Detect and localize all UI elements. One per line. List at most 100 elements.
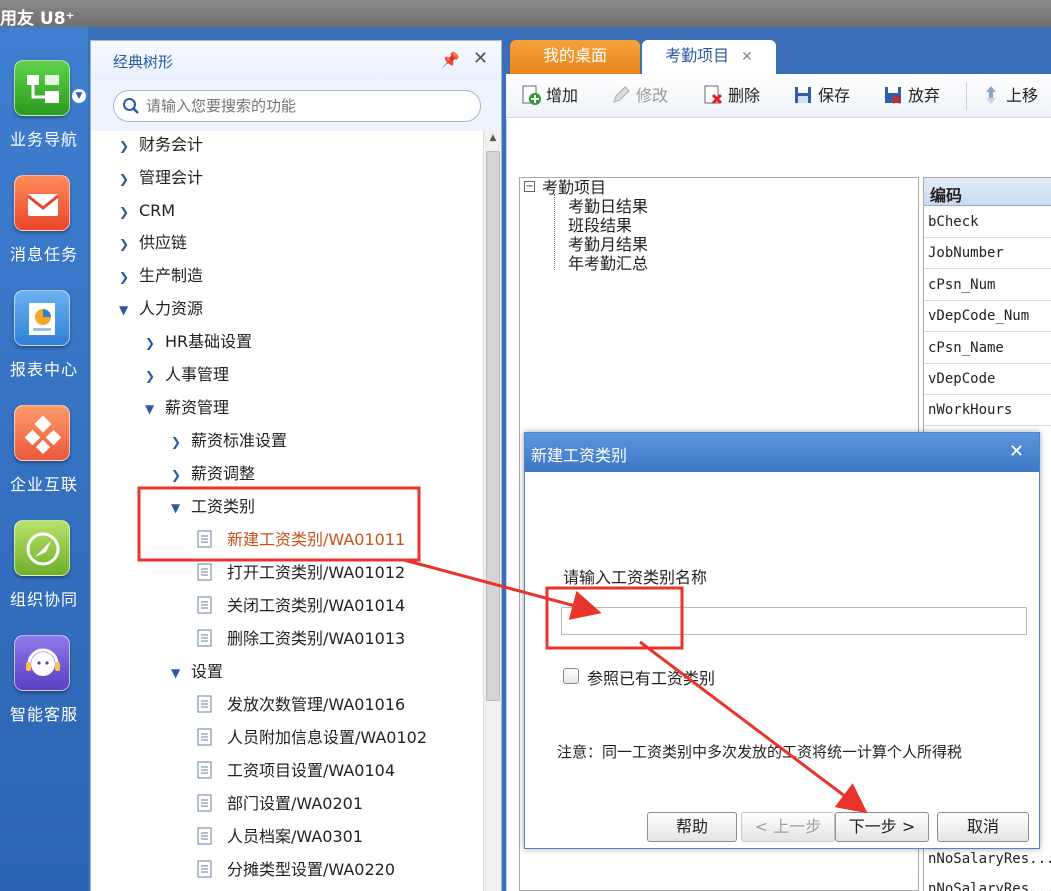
chevron-down-icon[interactable]: ▼ [72,89,86,103]
search-input[interactable] [146,95,466,117]
item-tree-child[interactable]: 考勤月结果 [568,235,648,254]
tree-node-payroll[interactable]: ▼ 薪资管理 [145,394,229,422]
tree-node-personnel[interactable]: ❯ 人事管理 [145,361,229,389]
scroll-up-arrow-icon[interactable]: ▲ [486,133,500,147]
document-icon [197,530,212,548]
dialog-title: 新建工资类别 [531,446,628,465]
nav-message[interactable]: 消息任务 [0,175,88,275]
tree-node-close-wage-category[interactable]: 关闭工资类别/WA01014 [197,592,405,620]
nav-service[interactable]: 智能客服 [0,635,88,735]
tree-node-dept-settings[interactable]: 部门设置/WA0201 [197,790,363,818]
tree-node-hr-basic[interactable]: ❯ HR基础设置 [145,328,252,356]
nav-collab[interactable]: 组织协同 [0,520,88,620]
item-tree-child[interactable]: 考勤日结果 [568,197,648,216]
chevron-right-icon: ❯ [171,468,182,482]
tree-node-hr[interactable]: ▼ 人力资源 [119,295,203,323]
chevron-right-icon: ❯ [119,270,130,284]
nav-label: 企业互联 [9,475,78,494]
nav-enterprise[interactable]: 企业互联 [0,405,88,505]
discard-button[interactable]: 放弃 [882,84,940,108]
tree-node-finance[interactable]: ❯ 财务会计 [119,131,203,159]
previous-step-button[interactable]: < 上一步 [741,812,835,842]
app-title: 用友 U8⁺ [0,9,75,29]
reference-existing-checkbox[interactable] [563,668,579,684]
left-nav-bar: ▼ 业务导航 消息任务 报表中心 企业互联 组织协同 智能客服 [0,27,88,891]
document-icon [197,827,212,845]
save-button[interactable]: 保存 [792,84,850,108]
add-button[interactable]: 增加 [520,84,578,108]
tree-node-mgmt-accounting[interactable]: ❯ 管理会计 [119,164,203,192]
grid-cell[interactable]: nWorkHours [924,395,1051,426]
tree-node-delete-wage-category[interactable]: 删除工资类别/WA01013 [197,625,405,653]
tab-attendance-items[interactable]: 考勤项目 ✕ [642,40,776,74]
tree-node-wage-items[interactable]: 工资项目设置/WA0104 [197,757,395,785]
dialog-body: 请输入工资类别名称 参照已有工资类别 注意：同一工资类别中多次发放的工资将统一计… [525,471,1039,848]
document-icon [197,629,212,647]
nav-label: 组织协同 [9,590,78,609]
grid-cell[interactable]: cPsn_Num [924,270,1051,301]
help-button[interactable]: 帮助 [647,812,737,842]
move-up-button[interactable]: 上移 [980,84,1038,108]
close-icon[interactable]: ✕ [741,49,753,65]
document-icon [197,695,212,713]
cancel-button[interactable]: 取消 [937,812,1029,842]
grid-cell[interactable]: cPsn_Name [924,333,1051,364]
tree-node-new-wage-category[interactable]: 新建工资类别/WA01011 [197,526,405,554]
grid-cell[interactable]: vDepCode [924,364,1051,395]
add-icon [522,85,541,105]
close-icon[interactable]: ✕ [1009,441,1024,462]
tab-strip: 我的桌面 考勤项目 ✕ [506,40,1051,74]
document-icon [197,563,212,581]
delete-button[interactable]: 删除 [702,84,760,108]
search-icon [123,98,139,114]
grid-cell[interactable]: nNoSalaryRes... [924,874,1051,891]
chevron-down-icon: ▼ [171,666,181,680]
tree-node-salary-standard[interactable]: ❯ 薪资标准设置 [171,427,287,455]
tree-node-settings[interactable]: ▼ 设置 [171,658,223,686]
grid-cell[interactable]: vDepCode_Num [924,301,1051,332]
tree-node-allocation-type[interactable]: 分摊类型设置/WA0220 [197,856,395,884]
chevron-right-icon: ❯ [119,172,130,186]
search-box[interactable] [113,90,481,122]
scrollbar-thumb[interactable] [486,151,500,701]
toolbar-separator [966,82,967,110]
tree-node-manufacturing[interactable]: ❯ 生产制造 [119,262,203,290]
close-icon[interactable]: ✕ [473,48,488,69]
tree-scrollbar[interactable]: ▲ [483,131,501,891]
save-icon [795,87,811,103]
nav-report[interactable]: 报表中心 [0,290,88,390]
tree-node-payout-count[interactable]: 发放次数管理/WA01016 [197,691,405,719]
new-wage-category-dialog: 新建工资类别 ✕ 请输入工资类别名称 参照已有工资类别 注意：同一工资类别中多次… [524,432,1040,849]
category-name-input[interactable] [561,607,1027,635]
tree-node-open-wage-category[interactable]: 打开工资类别/WA01012 [197,559,405,587]
tree-node-extra-info[interactable]: 人员附加信息设置/WA0102 [197,724,427,752]
item-tree-child[interactable]: 年考勤汇总 [568,254,648,273]
chevron-right-icon: ❯ [171,435,182,449]
dialog-title-bar[interactable]: 新建工资类别 [525,433,1039,471]
nav-business[interactable]: ▼ 业务导航 [0,60,88,160]
edit-button[interactable]: 修改 [610,84,668,108]
tree-node-supply-chain[interactable]: ❯ 供应链 [119,229,187,257]
grid-cell[interactable]: JobNumber [924,238,1051,269]
chevron-right-icon: ❯ [145,336,156,350]
tab-my-desktop[interactable]: 我的桌面 [510,40,640,74]
discard-icon [885,87,901,104]
grid-header-code[interactable]: 编码 [924,178,1051,206]
collapse-icon[interactable]: − [524,181,535,192]
reference-existing-label[interactable]: 参照已有工资类别 [587,665,715,689]
pencil-icon [613,86,630,103]
document-icon [197,794,212,812]
grid-cell[interactable]: bCheck [924,207,1051,238]
next-step-button[interactable]: 下一步 > [835,812,929,842]
tree-panel-title: 经典树形 [113,53,174,71]
item-tree-child[interactable]: 班段结果 [568,216,632,235]
item-tree-root[interactable]: 考勤项目 [542,178,606,197]
tree-panel-header: 经典树形 [91,41,501,81]
message-task-icon [14,175,70,231]
pin-icon[interactable]: 📌 [441,51,460,69]
tree-node-wage-category[interactable]: ▼ 工资类别 [171,493,255,521]
tree-node-personnel-file[interactable]: 人员档案/WA0301 [197,823,363,851]
tree-node-salary-adjust[interactable]: ❯ 薪资调整 [171,460,255,488]
tree-node-crm[interactable]: ❯ CRM [119,197,175,225]
document-icon [197,728,212,746]
